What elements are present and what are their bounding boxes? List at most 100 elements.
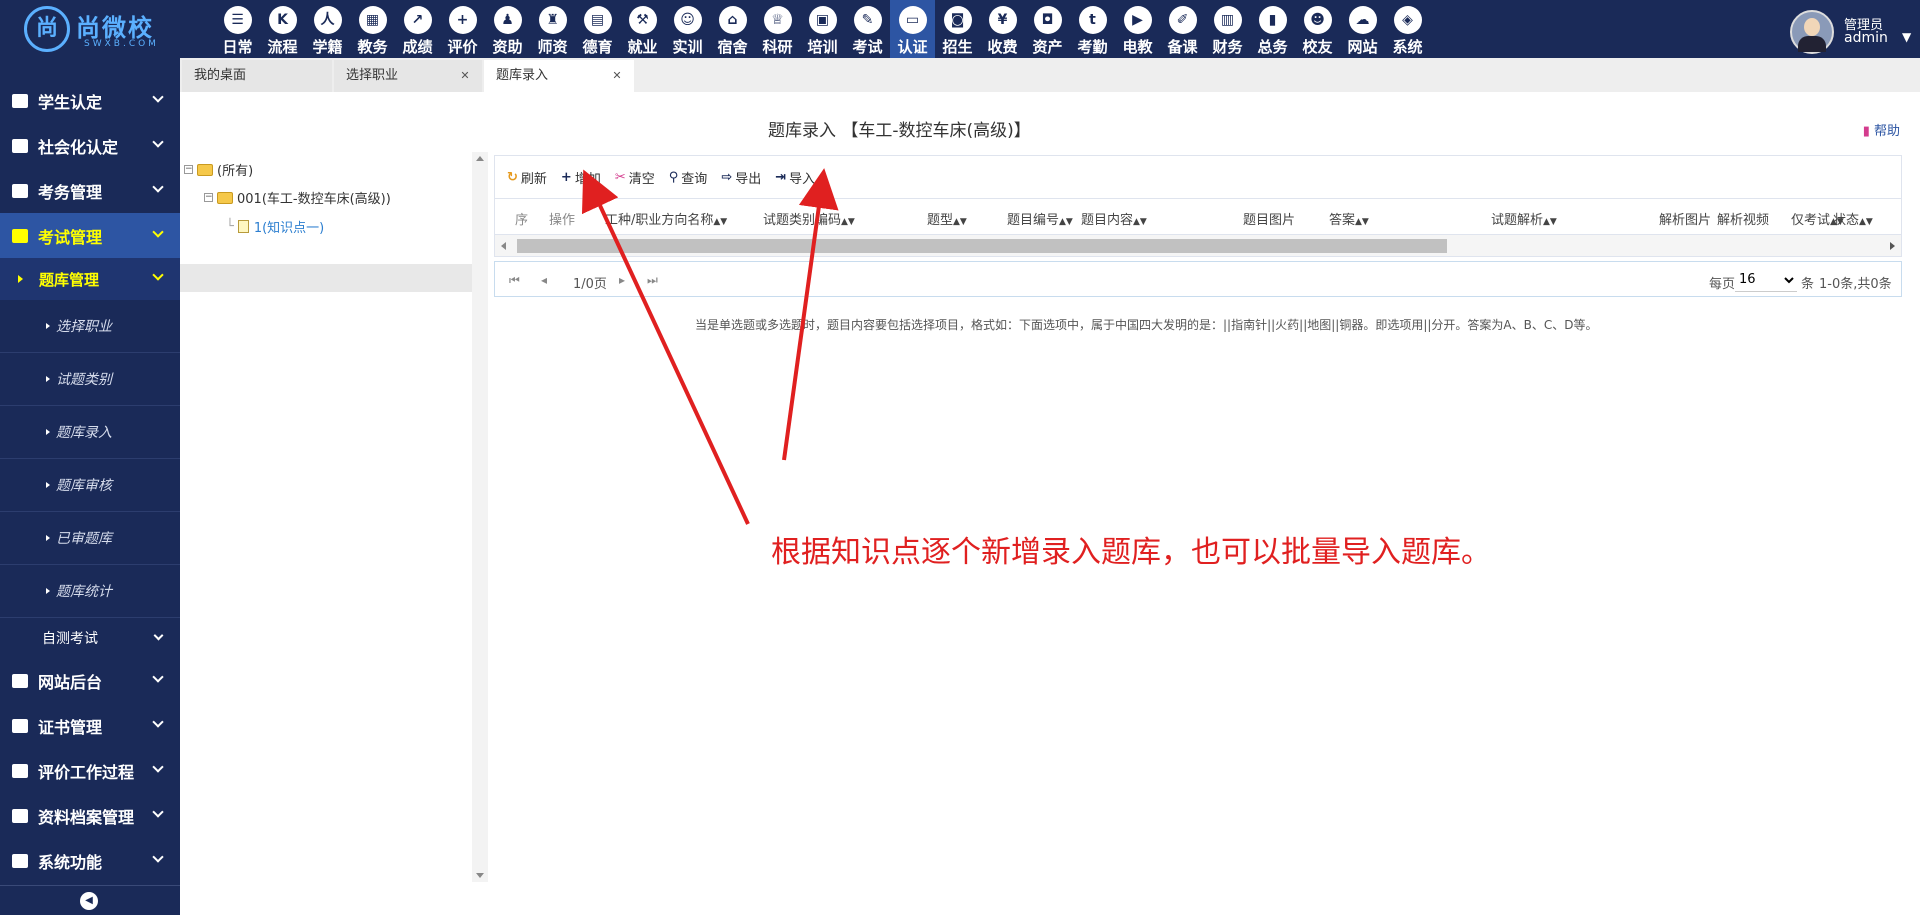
column-header-8[interactable]: 答案▲▼ [1329,209,1369,228]
sidebar-item-system[interactable]: 系统功能 [0,838,180,883]
nav-item-22[interactable]: ▥ 财务 [1205,0,1250,58]
tree-node-occupation[interactable]: − 001(车工-数控车床(高级)) [204,188,391,207]
sidebar-item-self-test[interactable]: 自测考试 [0,618,180,658]
scroll-left-icon[interactable] [501,242,506,250]
nav-item-9[interactable]: ⚒ 就业 [620,0,665,58]
collapse-sidebar-button[interactable]: ◀ [80,892,98,910]
nav-item-3[interactable]: ▦ 教务 [350,0,395,58]
scrollbar-thumb[interactable] [517,239,1447,253]
sidebar-leaf-3[interactable]: 题库审核 [0,459,180,512]
sort-icon: ▲▼ [1859,217,1873,227]
first-page-icon[interactable]: ⏮ [509,273,520,288]
sidebar-leaf-1[interactable]: 试题类别 [0,353,180,406]
column-header-6[interactable]: 题目内容▲▼ [1081,209,1147,228]
toolbar-button-2[interactable]: ✂ 清空 [615,168,655,187]
column-header-4[interactable]: 题型▲▼ [927,209,967,228]
nav-item-17[interactable]: ¥ 收费 [980,0,1025,58]
logo-mark: 尚 [24,6,70,52]
logo-text: 尚微校 [76,14,154,42]
toolbar-button-3[interactable]: ⚲ 查询 [669,168,708,187]
nav-item-10[interactable]: ☺ 实训 [665,0,710,58]
per-page-select[interactable]: 16 [1735,268,1797,292]
nav-item-4[interactable]: ↗ 成绩 [395,0,440,58]
nav-item-8[interactable]: ▤ 德育 [575,0,620,58]
sort-icon: ▲▼ [841,217,855,227]
tab-0[interactable]: 我的桌面 [182,60,332,92]
next-page-icon[interactable]: ▸ [619,273,625,287]
logo[interactable]: 尚 尚微校 SWXB.COM [0,0,180,58]
scroll-up-icon[interactable] [476,156,484,161]
column-header-1[interactable]: 操作 [549,209,575,228]
column-header-2[interactable]: 工种/职业方向名称▲▼ [605,209,727,228]
sidebar-leaf-0[interactable]: 选择职业 [0,300,180,353]
column-header-3[interactable]: 试题类别编码▲▼ [763,209,855,228]
close-icon[interactable]: ✕ [610,69,624,83]
scroll-down-icon[interactable] [476,873,484,878]
sort-icon: ▲▼ [1543,217,1557,227]
column-header-5[interactable]: 题目编号▲▼ [1007,209,1073,228]
nav-item-2[interactable]: 人学籍 [305,0,350,58]
nav-item-25[interactable]: ☁ 网站 [1340,0,1385,58]
toolbar-button-4[interactable]: ⇨ 导出 [721,168,761,187]
sidebar-item-certificates[interactable]: 证书管理 [0,703,180,748]
sidebar-leaf-2[interactable]: 题库录入 [0,406,180,459]
nav-item-13[interactable]: ▣ 培训 [800,0,845,58]
tab-1[interactable]: 选择职业 ✕ [334,60,482,92]
nav-item-16[interactable]: ◙ 招生 [935,0,980,58]
collapse-icon[interactable]: − [184,165,193,174]
nav-item-12[interactable]: ♕ 科研 [755,0,800,58]
import-icon: ⇥ [775,169,787,185]
nav-item-7[interactable]: ♜ 师资 [530,0,575,58]
sidebar-item-exam-management[interactable]: 考试管理 [0,213,180,258]
sidebar-item-evaluation[interactable]: 评价工作过程 [0,748,180,793]
sidebar-subitem-question-bank[interactable]: 题库管理 [0,258,180,300]
prev-page-icon[interactable]: ◂ [541,273,547,287]
collapse-icon[interactable]: − [204,193,213,202]
nav-item-24[interactable]: ☻ 校友 [1295,0,1340,58]
column-header-7[interactable]: 题目图片 [1243,209,1295,228]
sidebar-item-exam-affairs[interactable]: 考务管理 [0,168,180,213]
column-header-label: 答案 [1329,213,1356,228]
column-header-10[interactable]: 解析图片 [1659,209,1711,228]
column-header-13[interactable]: 状态▲▼ [1833,209,1873,228]
nav-item-11[interactable]: ⌂ 宿舍 [710,0,755,58]
sidebar-leaf-5[interactable]: 题库统计 [0,565,180,618]
avatar[interactable] [1790,10,1834,54]
sidebar-leaf-4[interactable]: 已审题库 [0,512,180,565]
nav-item-20[interactable]: ▶ 电教 [1115,0,1160,58]
nav-item-0[interactable]: ☰ 日常 [215,0,260,58]
column-header-11[interactable]: 解析视频 [1717,209,1769,228]
toolbar-button-0[interactable]: ↻ 刷新 [507,168,547,187]
caret-down-icon[interactable]: ▼ [1902,30,1911,44]
tab-2[interactable]: 题库录入 ✕ [484,60,634,92]
tree-node-knowledge-point[interactable]: └ 1(知识点一) [226,217,324,236]
sidebar-item-student-cert[interactable]: 学生认定 [0,78,180,123]
close-icon[interactable]: ✕ [458,69,472,83]
column-header-9[interactable]: 试题解析▲▼ [1491,209,1557,228]
toolbar-button-1[interactable]: + 增加 [561,168,601,187]
column-header-0[interactable]: 序 [515,209,528,228]
tree-node-root[interactable]: − (所有) [184,160,253,179]
nav-item-5[interactable]: + 评价 [440,0,485,58]
nav-item-21[interactable]: ✐ 备课 [1160,0,1205,58]
user-menu[interactable]: 管理员 admin ▼ [1790,0,1920,58]
nav-item-19[interactable]: t 考勤 [1070,0,1115,58]
scroll-right-icon[interactable] [1890,242,1895,250]
nav-item-26[interactable]: ◈ 系统 [1385,0,1430,58]
sidebar: 学生认定 社会化认定 考务管理 考试管理 题库管理 选择职业 试题类别 题库录入 题库审核… [0,58,180,915]
last-page-icon[interactable]: ⏭ [647,273,658,288]
toolbar-button-5[interactable]: ⇥ 导入 [775,168,815,187]
nav-item-23[interactable]: ▮ 总务 [1250,0,1295,58]
sidebar-item-website[interactable]: 网站后台 [0,658,180,703]
tree-scrollbar[interactable] [472,152,488,882]
sidebar-item-archives[interactable]: 资料档案管理 [0,793,180,838]
section-icon [12,853,28,868]
nav-item-1[interactable]: K 流程 [260,0,305,58]
sidebar-item-social-cert[interactable]: 社会化认定 [0,123,180,168]
grid-horizontal-scrollbar[interactable] [494,235,1902,257]
nav-item-14[interactable]: ✎ 考试 [845,0,890,58]
help-link[interactable]: ▮ 帮助 [1863,120,1900,139]
nav-item-15[interactable]: ▭ 认证 [890,0,935,58]
nav-item-6[interactable]: ♟ 资助 [485,0,530,58]
nav-item-18[interactable]: ◘ 资产 [1025,0,1070,58]
